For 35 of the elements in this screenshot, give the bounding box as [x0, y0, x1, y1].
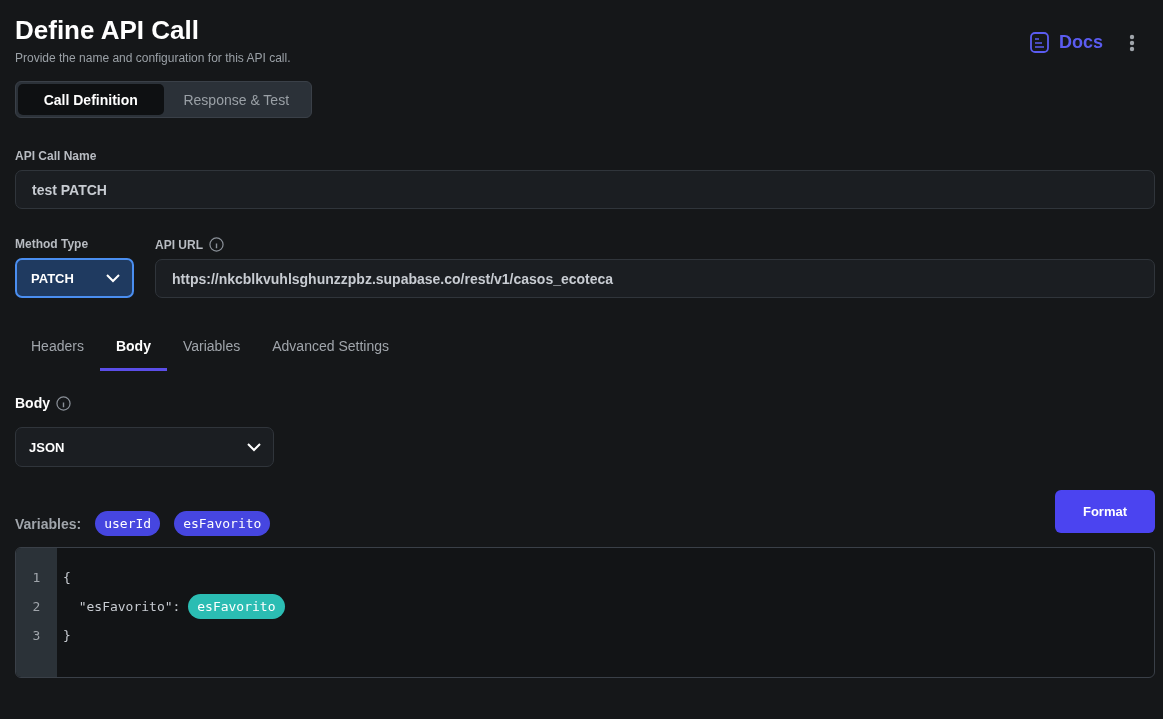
- field-label: API URL: [155, 237, 203, 252]
- api-url-field[interactable]: https://nkcblkvuhlsghunzzpbz.supabase.co/rest/v1/casos_ecoteca: [155, 259, 1155, 298]
- field-label: API Call Name: [15, 149, 97, 163]
- format-button[interactable]: Format: [1055, 490, 1155, 533]
- line-number: 1: [32, 569, 41, 587]
- document-icon: [1030, 32, 1049, 53]
- variable-chip: esFavorito: [188, 594, 285, 619]
- call-name-field[interactable]: test PATCH: [15, 170, 1155, 209]
- code-text: {: [63, 570, 71, 585]
- code-editor[interactable]: 1 2 3 { "esFavorito": esFavorito }: [15, 547, 1155, 678]
- mode-tab[interactable]: Call Definition: [18, 84, 164, 115]
- line-number: 3: [32, 627, 41, 645]
- variable-chip[interactable]: userId: [95, 511, 161, 536]
- section-tab[interactable]: Body: [99, 332, 167, 371]
- section-tab[interactable]: Variables: [166, 332, 257, 371]
- line-number: 2: [32, 598, 41, 616]
- docs-link[interactable]: Docs: [1030, 32, 1103, 53]
- chevron-down-icon: [106, 273, 120, 283]
- chevron-down-icon: [247, 442, 261, 452]
- code-text: "esFavorito":: [77, 599, 182, 614]
- page-title: Define API Call: [15, 14, 200, 46]
- field-label: Method Type: [15, 237, 89, 251]
- section-tab[interactable]: Headers: [15, 332, 100, 371]
- variable-chip[interactable]: esFavorito: [174, 511, 271, 536]
- section-tab[interactable]: Advanced Settings: [256, 332, 405, 371]
- info-icon: [56, 395, 71, 411]
- method-dropdown[interactable]: PATCH: [15, 258, 134, 298]
- mode-tab[interactable]: Response & Test: [163, 84, 309, 115]
- body-label: Body: [15, 395, 50, 411]
- more-options-icon[interactable]: [1129, 33, 1135, 52]
- body-type-dropdown[interactable]: JSON: [15, 427, 274, 467]
- code-text: }: [63, 628, 71, 643]
- info-icon: [209, 237, 224, 252]
- page-subtitle: Provide the name and configuration for this API call.: [15, 51, 291, 65]
- variables-label: Variables:: [15, 515, 82, 532]
